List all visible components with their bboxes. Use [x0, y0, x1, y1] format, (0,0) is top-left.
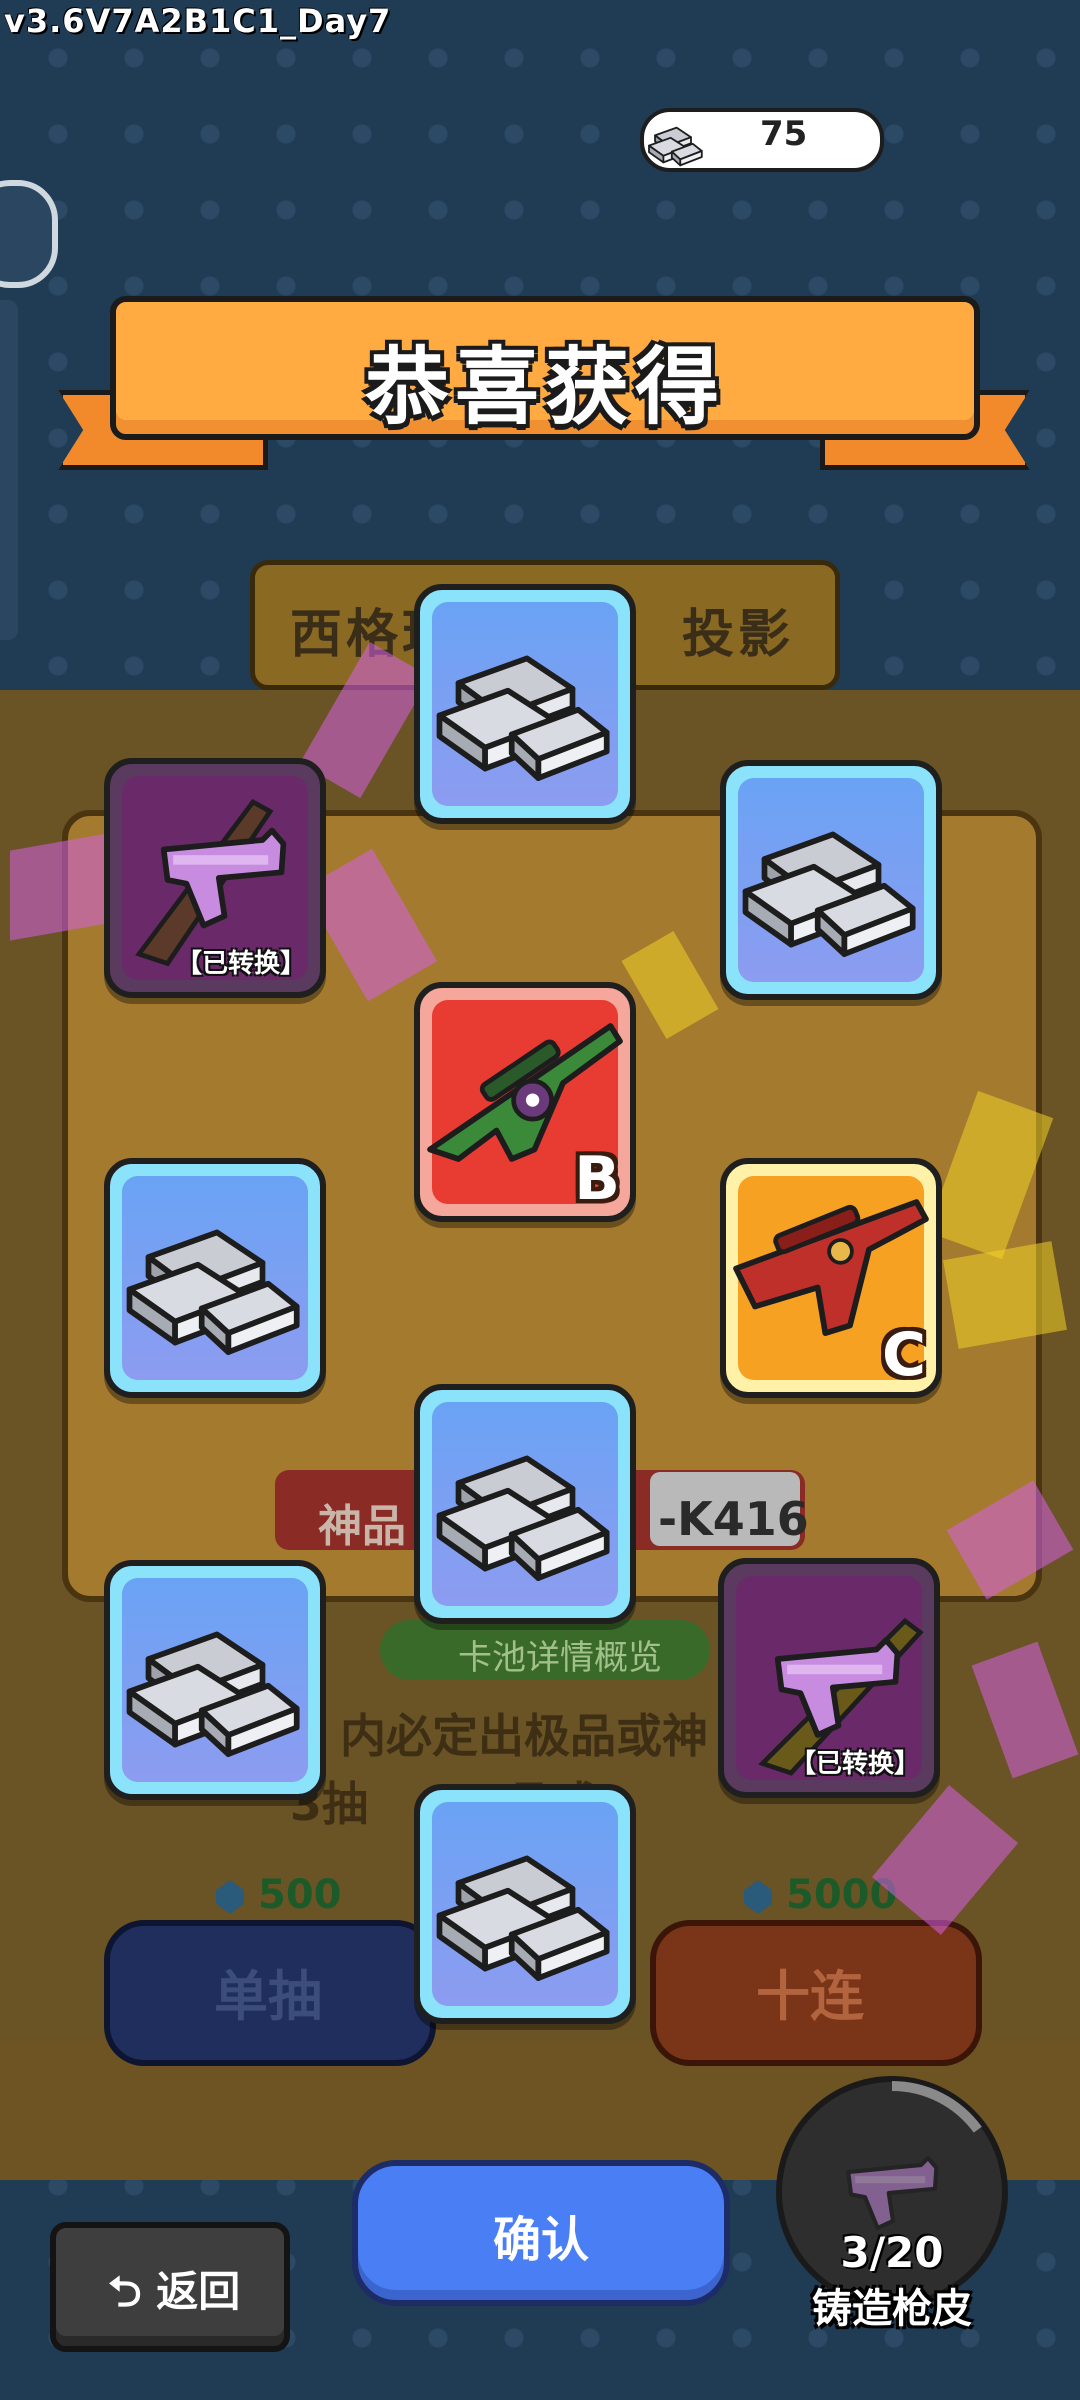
grade-badge: C: [881, 1320, 926, 1390]
silver-ingot-icon: [110, 1566, 320, 1794]
reward-card-rifle-c[interactable]: C: [720, 1158, 942, 1398]
converted-tag: 【已转换】: [789, 1749, 920, 1779]
converted-tag: 【已转换】: [175, 949, 306, 979]
back-button-label: ⮌ 返回: [108, 2258, 240, 2333]
silver-ingot-icon: [648, 126, 703, 167]
pool-details-label: 卡池详情概览: [458, 1638, 662, 1678]
reward-banner-title: 恭喜获得: [364, 338, 725, 436]
reward-card-silver[interactable]: [414, 584, 636, 824]
confirm-button-label: 确认: [492, 2212, 589, 2268]
pool-info-line1: 内必定出极品或神: [340, 1709, 708, 1763]
side-panel-tab[interactable]: [0, 300, 18, 640]
reward-card-silver[interactable]: [104, 1560, 326, 1800]
reward-card-pistol[interactable]: 【已转换】: [104, 758, 326, 998]
forge-progress-count: 3/20: [840, 2228, 944, 2277]
return-arrow-icon: ⮌: [108, 2267, 142, 2316]
single-draw-label: 单抽: [214, 1965, 322, 2028]
prize-name: -K416: [658, 1492, 809, 1546]
reward-card-silver[interactable]: [720, 760, 942, 1000]
silver-ingot-icon: [420, 1390, 630, 1618]
glow-ray: [943, 1241, 1067, 1349]
currency-value: 75: [760, 114, 808, 154]
silver-ingot-icon: [420, 590, 630, 818]
reward-card-silver[interactable]: [414, 1784, 636, 2024]
silver-ingot-icon: [110, 1164, 320, 1392]
reward-card-pistol[interactable]: 【已转换】: [718, 1558, 940, 1798]
silver-ingot-icon: [420, 1790, 630, 2018]
reward-card-rifle-b[interactable]: B: [414, 982, 636, 1222]
reward-card-silver[interactable]: [104, 1158, 326, 1398]
forge-skin-label: 铸造枪皮: [812, 2286, 972, 2332]
silver-ingot-icon: [726, 766, 936, 994]
single-draw-cost: 500: [258, 1872, 342, 1918]
prize-grade: 神品: [318, 1501, 406, 1552]
back-label: 返回: [156, 2267, 241, 2316]
ten-draw-label: 十连: [756, 1965, 864, 2028]
grade-badge: B: [574, 1144, 620, 1214]
side-avatar-icon[interactable]: [0, 180, 58, 288]
reward-card-silver[interactable]: [414, 1384, 636, 1624]
version-label: v3.6V7A2B1C1_Day7: [4, 2, 392, 40]
